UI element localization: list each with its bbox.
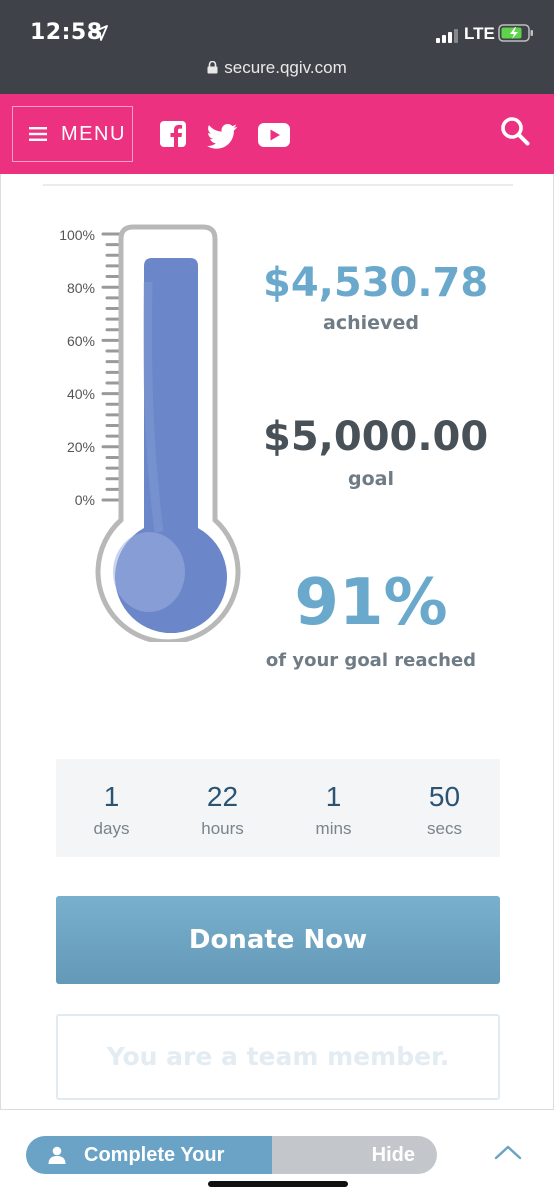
tick-label-100: 100% [59, 227, 95, 243]
signal-icon [436, 29, 458, 43]
fundraising-card: 100% 80% 60% 40% 20% 0% $4,530.78 achiev… [0, 174, 554, 1110]
thermometer-bulb-highlight [113, 532, 185, 612]
menu-label: MENU [61, 122, 126, 145]
countdown-hours: 22 hours [167, 759, 278, 857]
countdown-unit: secs [427, 819, 462, 838]
tick-label-20: 20% [67, 439, 95, 455]
lock-icon [207, 61, 218, 74]
chevron-up-icon[interactable] [494, 1144, 522, 1160]
countdown-secs: 50 secs [389, 759, 500, 857]
tick-label-40: 40% [67, 386, 95, 402]
tick-label-0: 0% [75, 492, 95, 508]
hide-button[interactable]: Hide [272, 1136, 437, 1174]
youtube-icon[interactable] [258, 121, 290, 149]
divider [43, 184, 513, 186]
facebook-icon[interactable] [158, 120, 188, 148]
tick-label-60: 60% [67, 333, 95, 349]
goal-amount: $5,000.00 [263, 414, 489, 460]
network-label: LTE [464, 24, 495, 43]
home-indicator [208, 1181, 348, 1187]
url-text: secure.qgiv.com [224, 58, 347, 77]
countdown-unit: days [93, 819, 130, 838]
profile-prompt: Complete Your Hide [26, 1136, 437, 1174]
goal-thermometer: 100% 80% 60% 40% 20% 0% [59, 224, 241, 642]
countdown-mins: 1 mins [278, 759, 389, 857]
tick-label-80: 80% [67, 280, 95, 296]
donate-now-button[interactable]: Donate Now [56, 896, 500, 984]
battery-icon [498, 24, 533, 42]
countdown-timer: 1 days 22 hours 1 mins 50 secs [56, 759, 500, 857]
person-icon [48, 1146, 66, 1164]
countdown-value: 1 [325, 781, 342, 812]
goal-label: goal [348, 468, 394, 490]
twitter-icon[interactable] [207, 122, 237, 150]
goal-percent: 91% [294, 566, 448, 640]
menu-button[interactable]: MENU [12, 106, 133, 162]
site-navbar: MENU [0, 94, 554, 174]
complete-profile-label: Complete Your [84, 1143, 225, 1166]
tick-marks [101, 232, 123, 502]
achieved-label: achieved [323, 312, 419, 334]
countdown-value: 22 [206, 781, 239, 812]
countdown-unit: hours [201, 819, 244, 838]
countdown-days: 1 days [56, 759, 167, 857]
location-arrow-icon [92, 25, 108, 41]
countdown-unit: mins [315, 819, 352, 838]
goal-percent-label: of your goal reached [265, 650, 477, 671]
team-member-button[interactable]: You are a team member. [56, 1014, 500, 1100]
complete-profile-button[interactable]: Complete Your [26, 1136, 272, 1174]
status-bar: 12:58 LTE secure.qgiv.com [0, 0, 554, 94]
hamburger-icon [29, 127, 47, 141]
url-bar[interactable]: secure.qgiv.com [0, 58, 554, 78]
search-icon[interactable] [500, 116, 530, 146]
countdown-value: 1 [103, 781, 120, 812]
countdown-value: 50 [428, 781, 461, 812]
achieved-amount: $4,530.78 [263, 260, 489, 306]
